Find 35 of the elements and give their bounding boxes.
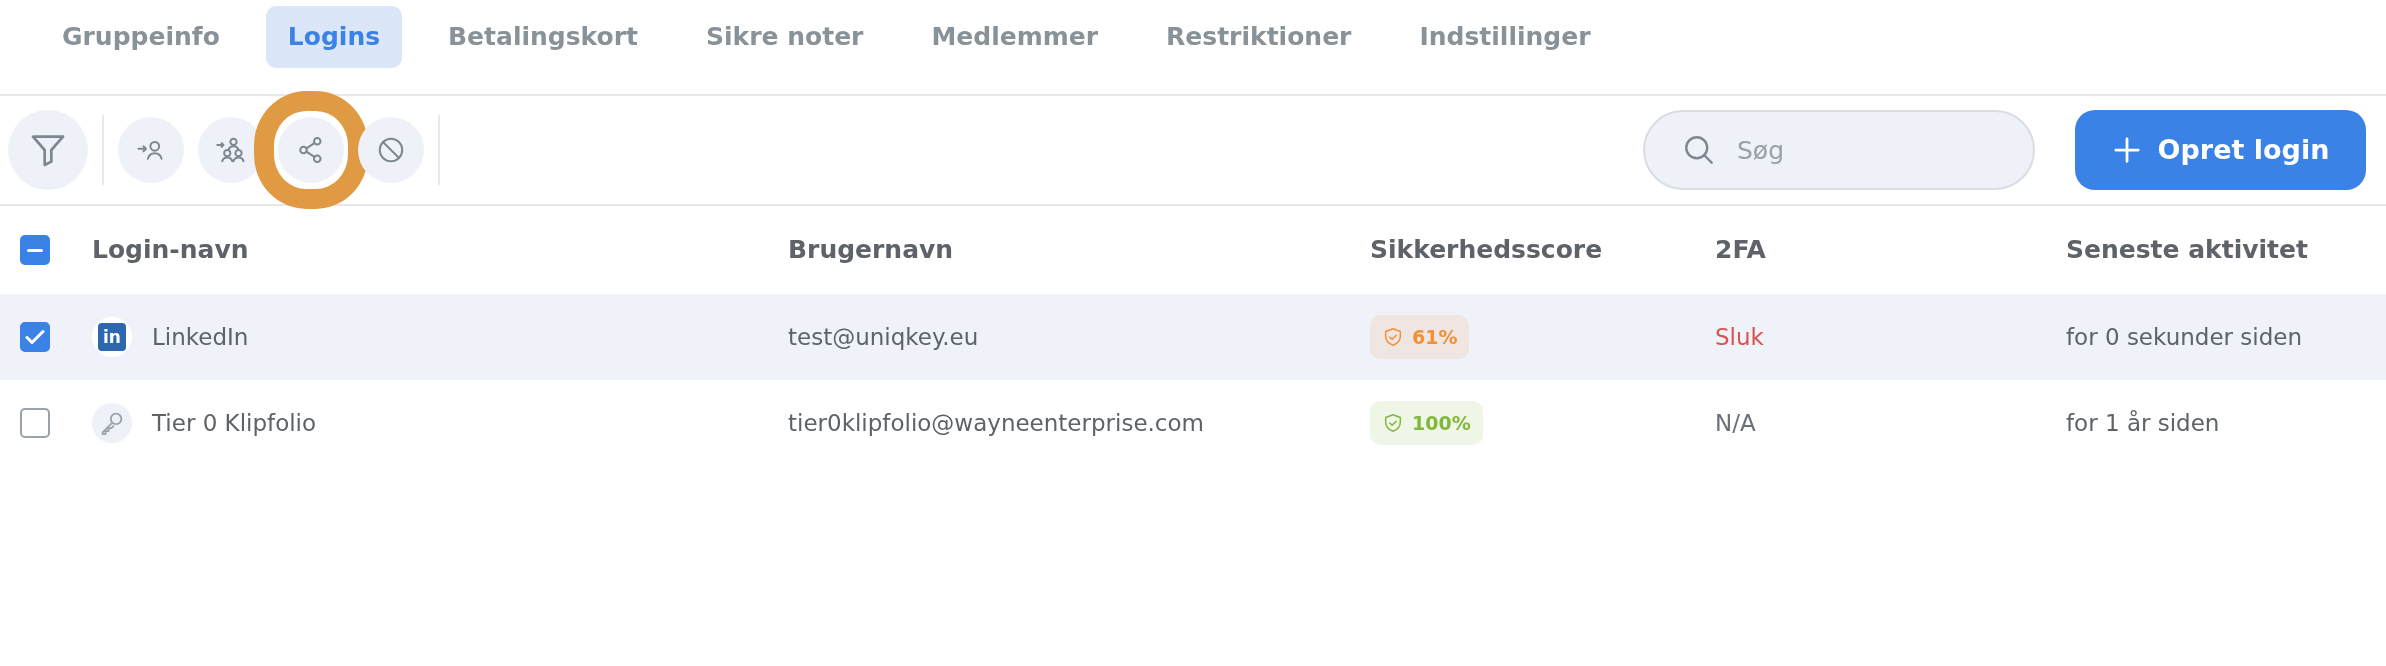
username: tier0klipfolio@wayneenterprise.com [788,408,1205,438]
column-header: Login-navn [92,234,250,267]
key-icon [92,403,132,443]
two-factor-status: Sluk [1715,322,1765,352]
column-header: Sikkerhedsscore [1370,234,1604,267]
check-icon [25,329,45,345]
column-header: 2FA [1715,234,1767,267]
security-score: 100% [1370,400,1483,446]
login-name: Tier 0 Klipfolio [152,408,317,438]
checkbox[interactable] [20,322,50,352]
tab[interactable]: Betalingskort [426,6,661,68]
checkbox[interactable] [20,235,50,265]
app-logo: in [92,317,132,357]
create-login-button[interactable]: Opret login [2075,110,2366,190]
tab[interactable]: Sikre noter [684,6,886,68]
tab[interactable]: Restriktioner [1144,6,1374,68]
column-header: Brugernavn [788,234,955,267]
two-factor-status: N/A [1715,408,1757,438]
prohibited-icon [376,135,406,165]
tab[interactable]: Logins [265,6,403,68]
last-activity: for 1 år siden [2066,408,2221,438]
last-activity: for 0 sekunder siden [2066,322,2303,352]
tab[interactable]: Indstillinger [1397,6,1613,68]
share-button[interactable] [278,117,344,183]
prohibited-button[interactable] [358,117,424,183]
column-header: Seneste aktivitet [2066,234,2309,267]
search-field[interactable]: Søg [1643,110,2035,190]
login-name: LinkedIn [152,322,249,352]
checkbox[interactable] [20,408,50,438]
security-score: 61% [1370,314,1470,360]
minus-icon [27,248,43,252]
username: test@uniqkey.eu [788,322,980,352]
arrow-people-icon [216,135,246,165]
tab[interactable]: Medlemmer [909,6,1121,68]
tab[interactable]: Gruppeinfo [40,6,242,68]
